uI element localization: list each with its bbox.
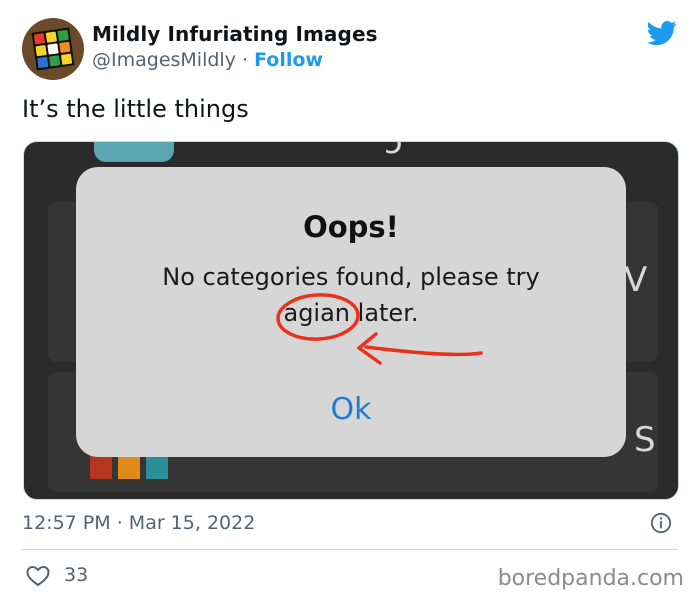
handle-line: @ImagesMildly · Follow (92, 49, 323, 71)
alert-dialog: Oops! No categories found, please try ag… (76, 167, 626, 457)
misspelled-word: agian (283, 299, 351, 327)
background-glyph: ɔ (384, 141, 403, 162)
separator: · (242, 49, 249, 71)
twitter-bird-icon[interactable] (645, 18, 679, 48)
author-handle[interactable]: @ImagesMildly (92, 49, 236, 71)
divider (22, 549, 678, 550)
dialog-message-line2: agian later. (76, 295, 626, 331)
tweet-text: It’s the little things (22, 95, 249, 123)
like-count: 33 (64, 564, 89, 586)
tweet-timestamp[interactable]: 12:57 PM · Mar 15, 2022 (22, 512, 255, 534)
dialog-message: No categories found, please try agian la… (76, 259, 626, 331)
tweet-date: Mar 15, 2022 (128, 512, 256, 534)
info-icon[interactable] (650, 512, 672, 534)
rubiks-cube-icon (31, 27, 75, 71)
tweet-media-image[interactable]: ɔ V S Oops! No categories found, please … (23, 141, 679, 500)
heart-icon[interactable] (26, 565, 50, 587)
background-shape (94, 142, 174, 162)
avatar[interactable] (22, 18, 84, 80)
background-glyph: V (624, 260, 648, 300)
separator: · (116, 512, 123, 534)
follow-button[interactable]: Follow (254, 49, 323, 71)
dialog-title: Oops! (303, 210, 399, 244)
author-name[interactable]: Mildly Infuriating Images (92, 22, 378, 46)
dialog-message-rest: later. (350, 299, 419, 327)
ok-button[interactable]: Ok (76, 392, 626, 427)
watermark: boredpanda.com (497, 566, 684, 591)
tweet-time: 12:57 PM (22, 512, 111, 534)
background-glyph: S (634, 420, 656, 460)
dialog-message-line1: No categories found, please try (162, 263, 540, 291)
